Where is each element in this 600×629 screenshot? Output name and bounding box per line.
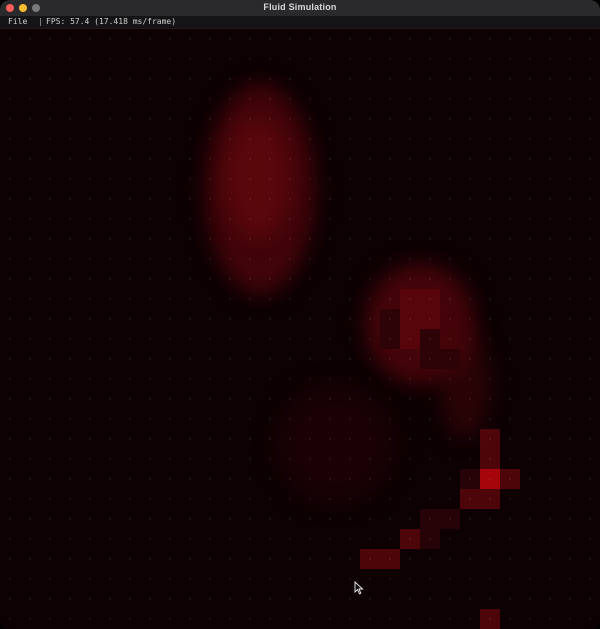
mouse-pointer-icon <box>354 581 364 595</box>
window-title: Fluid Simulation <box>263 2 337 12</box>
fps-readout: FPS: 57.4 (17.418 ms/frame) <box>46 17 177 26</box>
file-menu[interactable]: File <box>8 17 27 26</box>
app-window: Fluid Simulation File | FPS: 57.4 (17.41… <box>0 0 600 629</box>
simulation-canvas[interactable] <box>0 29 600 629</box>
menu-separator: | <box>38 17 43 26</box>
titlebar: Fluid Simulation <box>0 0 600 16</box>
grid-dots <box>0 29 600 629</box>
menu-bar: File | FPS: 57.4 (17.418 ms/frame) <box>0 16 600 29</box>
